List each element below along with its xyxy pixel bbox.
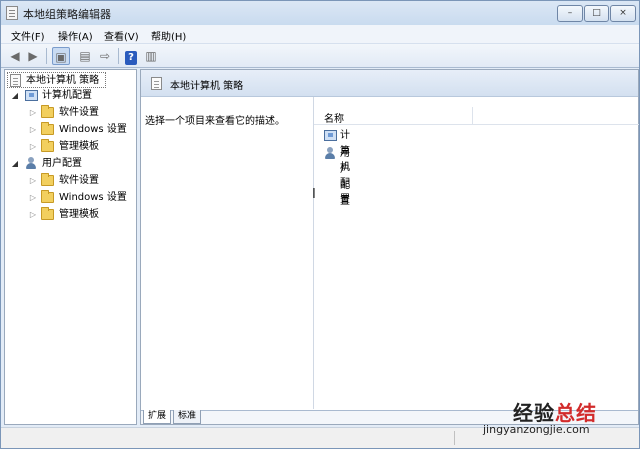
policy-document-icon <box>151 77 162 90</box>
tree-root-label: 本地计算机 策略 <box>26 75 100 86</box>
column-divider[interactable] <box>472 107 473 125</box>
collapse-arrow-icon[interactable]: ▷ <box>29 105 37 121</box>
folder-icon <box>41 173 54 186</box>
toolbar: ◀ ▶ ▣ ▤ ⇨ ? ▥ <box>1 44 639 68</box>
tree-computer-software[interactable]: ▷ 软件设置 <box>27 105 135 121</box>
tree-user-admin[interactable]: ▷ 管理模板 <box>27 207 135 223</box>
menu-file[interactable]: 文件(F) <box>11 28 45 43</box>
tree-user-config[interactable]: ◢ 用户配置 <box>9 156 129 172</box>
watermark-logo: 经验总结 <box>513 401 597 425</box>
folder-icon <box>41 207 54 220</box>
tab-extended[interactable]: 扩展 <box>143 410 172 424</box>
tree-computer-label: 计算机配置 <box>42 90 92 101</box>
maximize-button[interactable]: □ <box>584 5 609 22</box>
tree-root[interactable]: 本地计算机 策略 <box>7 72 106 88</box>
properties-icon[interactable]: ▤ <box>76 47 94 65</box>
expand-arrow-icon[interactable]: ◢ <box>11 156 19 172</box>
title-bar: 本地组策略编辑器 – □ × <box>1 1 639 25</box>
tree-computer-admin[interactable]: ▷ 管理模板 <box>27 139 135 155</box>
column-name-header[interactable]: 名称 <box>324 110 344 125</box>
help-icon[interactable]: ? <box>122 47 140 65</box>
user-icon <box>324 147 336 160</box>
details-header: 本地计算机 策略 <box>141 70 638 97</box>
tree-item-label: Windows 设置 <box>59 192 127 203</box>
tree-user-label: 用户配置 <box>42 158 82 169</box>
tree-item-label: 软件设置 <box>59 107 99 118</box>
tree-computer-windows[interactable]: ▷ Windows 设置 <box>27 122 135 138</box>
tree-user-windows[interactable]: ▷ Windows 设置 <box>27 190 135 206</box>
collapse-arrow-icon[interactable]: ▷ <box>29 139 37 155</box>
back-arrow-icon[interactable]: ◀ <box>6 47 24 65</box>
show-hide-tree-icon[interactable]: ▣ <box>52 47 70 65</box>
minimize-button[interactable]: – <box>557 5 583 22</box>
user-icon <box>25 157 37 170</box>
menu-help[interactable]: 帮助(H) <box>151 28 186 43</box>
gpedit-window: 本地组策略编辑器 – □ × 文件(F) 操作(A) 查看(V) 帮助(H) ◀… <box>0 0 640 449</box>
folder-icon <box>41 105 54 118</box>
toolbar-separator <box>46 48 47 64</box>
details-header-title: 本地计算机 策略 <box>170 81 244 92</box>
forward-arrow-icon[interactable]: ▶ <box>24 47 42 65</box>
collapse-arrow-icon[interactable]: ▷ <box>29 122 37 138</box>
list-item-label: 用户配置 <box>340 148 350 207</box>
policy-document-icon <box>6 6 18 20</box>
item-list: 名称 计算机配置 用户配置 <box>313 97 639 409</box>
tree-item-label: 管理模板 <box>59 209 99 220</box>
computer-icon <box>324 130 337 141</box>
folder-icon <box>41 122 54 135</box>
tab-standard[interactable]: 标准 <box>173 410 202 424</box>
details-pane: 本地计算机 策略 选择一个项目来查看它的描述。 名称 计算机配置 用户配置 I … <box>140 69 639 425</box>
view-pane-icon[interactable]: ▥ <box>142 47 160 65</box>
status-divider <box>454 431 455 445</box>
collapse-arrow-icon[interactable]: ▷ <box>29 207 37 223</box>
menu-bar: 文件(F) 操作(A) 查看(V) 帮助(H) <box>1 25 639 44</box>
tree-item-label: 软件设置 <box>59 175 99 186</box>
policy-document-icon <box>10 74 21 87</box>
computer-icon <box>25 90 38 101</box>
tree-user-software[interactable]: ▷ 软件设置 <box>27 173 135 189</box>
expand-arrow-icon[interactable]: ◢ <box>11 88 19 104</box>
description-text: 选择一个项目来查看它的描述。 <box>145 116 285 127</box>
policy-tree: 本地计算机 策略 ◢ 计算机配置 ▷ 软件设置 ▷ Windows 设置 ▷ 管… <box>4 69 137 425</box>
menu-view[interactable]: 查看(V) <box>104 28 139 43</box>
tree-item-label: 管理模板 <box>59 141 99 152</box>
menu-action[interactable]: 操作(A) <box>58 28 93 43</box>
collapse-arrow-icon[interactable]: ▷ <box>29 190 37 206</box>
folder-icon <box>41 139 54 152</box>
text-cursor-icon: I <box>312 187 316 202</box>
close-button[interactable]: × <box>610 5 636 22</box>
tree-computer-config[interactable]: ◢ 计算机配置 <box>9 88 129 104</box>
collapse-arrow-icon[interactable]: ▷ <box>29 173 37 189</box>
window-title: 本地组策略编辑器 <box>23 8 111 21</box>
export-list-icon[interactable]: ⇨ <box>96 47 114 65</box>
watermark-url: jingyanzongjie.com <box>483 423 590 436</box>
toolbar-separator <box>118 48 119 64</box>
tree-item-label: Windows 设置 <box>59 124 127 135</box>
list-column-header: 名称 <box>314 107 639 125</box>
folder-icon <box>41 190 54 203</box>
